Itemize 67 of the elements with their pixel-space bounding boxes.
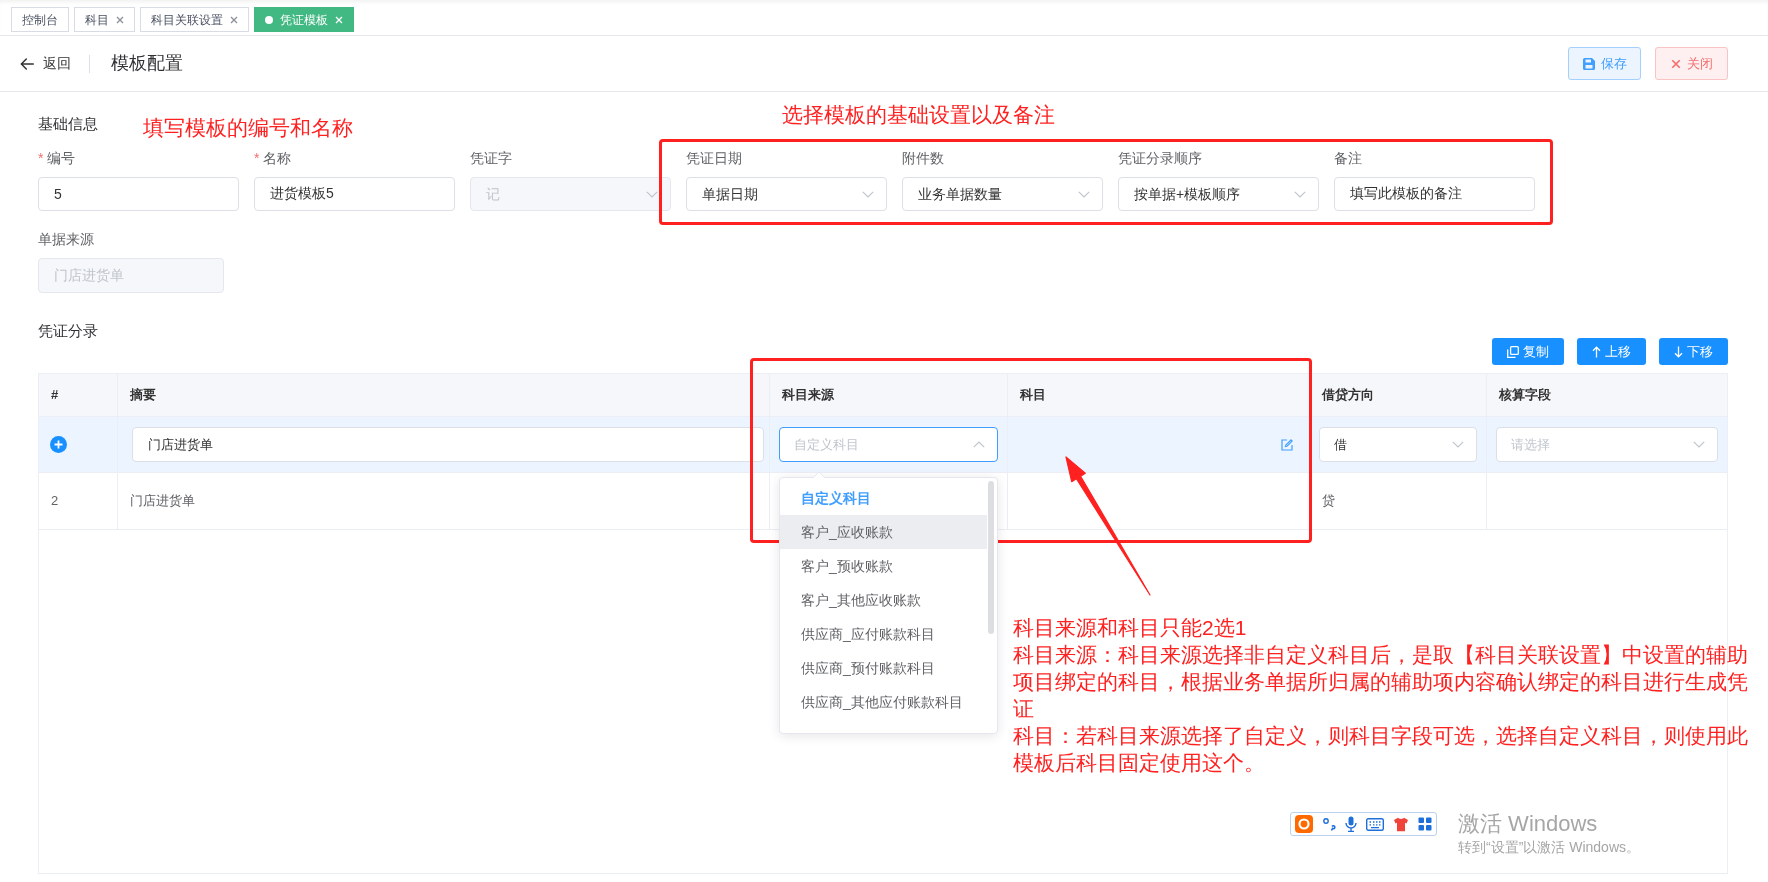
shirt-icon[interactable] [1393, 816, 1409, 832]
field-label: 名称 [263, 149, 292, 168]
edit-icon[interactable] [1281, 438, 1293, 451]
app-logo-icon[interactable] [1295, 815, 1313, 833]
dot-icon [265, 15, 273, 24]
close-icon[interactable] [230, 15, 238, 24]
annotation-text: 科目来源：科目来源选择非自定义科目后，是取【科目关联设置】中设置的辅助项目绑定的科目，根据业务单据所归属的辅助项内容确认绑定的科目进行生成凭证 [1013, 642, 1749, 722]
column-header: 摘要 [118, 374, 770, 416]
field-label: 单据来源 [38, 230, 94, 249]
back-button[interactable]: 返回 [20, 53, 71, 74]
close-icon[interactable] [116, 15, 124, 24]
field-label: 凭证分录顺序 [1118, 149, 1202, 168]
page-title: 模板配置 [111, 52, 183, 75]
annotation-text: 选择模板的基础设置以及备注 [782, 102, 1055, 128]
input-field[interactable]: 门店进货单 [132, 427, 764, 462]
select-field[interactable]: 业务单据数量 [902, 177, 1103, 211]
plus-circle-icon[interactable] [50, 436, 67, 453]
table-cell: 2 [39, 473, 118, 529]
keyboard-icon[interactable] [1366, 817, 1384, 831]
column-header: 科目 [1008, 374, 1310, 416]
tab[interactable]: 科目关联设置 [140, 7, 249, 32]
arrow-left-icon [20, 57, 34, 70]
annotation-text: 填写模板的编号和名称 [143, 115, 353, 141]
field-label: 凭证日期 [686, 149, 742, 168]
input-field[interactable]: 5 [38, 177, 239, 211]
annotation-text: 科目来源和科目只能2选1 [1013, 615, 1247, 641]
chevron-down-icon [646, 190, 658, 198]
chevron-down-icon [1452, 441, 1464, 448]
microphone-icon[interactable] [1345, 816, 1357, 832]
chevron-down-icon [1294, 190, 1306, 198]
select-field[interactable]: 单据日期 [686, 177, 887, 211]
select-field[interactable]: 借 [1319, 427, 1477, 462]
punctuation-icon[interactable] [1322, 817, 1336, 831]
copy-icon [1507, 345, 1519, 358]
save-icon [1582, 57, 1595, 70]
tab[interactable]: 控制台 [11, 7, 69, 32]
scrollbar-thumb[interactable] [988, 481, 994, 634]
activation-watermark-hint: 转到“设置”以激活 Windows。 [1458, 838, 1640, 856]
required-asterisk: * [254, 149, 260, 168]
column-header: 科目来源 [770, 374, 1008, 416]
column-header: 核算字段 [1498, 386, 1552, 405]
tab[interactable]: 科目 [74, 7, 135, 32]
activation-watermark-title: 激活 Windows [1458, 810, 1598, 838]
select-field[interactable]: 按单据+模板顺序 [1118, 177, 1319, 211]
field-label: 凭证字 [470, 149, 512, 168]
required-asterisk: * [38, 149, 44, 168]
chevron-down-icon [862, 190, 874, 198]
input-field[interactable]: 进货模板5 [254, 177, 455, 211]
field-label: 备注 [1334, 149, 1362, 168]
chevron-up-icon [973, 441, 985, 448]
section-heading: 凭证分录 [38, 321, 98, 341]
input-field[interactable]: 填写此模板的备注 [1334, 177, 1535, 211]
grid-icon[interactable] [1418, 817, 1432, 831]
column-header: 借贷方向 [1310, 374, 1487, 416]
dropdown-option[interactable]: 客户_应收账款 [780, 515, 987, 549]
close-icon [1670, 58, 1681, 69]
chevron-down-icon [1078, 190, 1090, 198]
table-cell: 贷 [1310, 473, 1487, 529]
arrow-down-icon [1674, 345, 1683, 358]
chevron-down-icon [1693, 441, 1705, 448]
field-label: 编号 [47, 149, 76, 168]
field-label: 附件数 [902, 149, 944, 168]
annotation-text: 科目：若科目来源选择了自定义，则科目字段可选，选择自定义科目，则使用此模板后科目固定使用这个。 [1013, 723, 1749, 776]
section-heading: 基础信息 [38, 114, 98, 134]
table-cell: 门店进货单 [118, 473, 770, 529]
arrow-up-icon [1592, 345, 1601, 358]
column-header: # [39, 374, 118, 416]
